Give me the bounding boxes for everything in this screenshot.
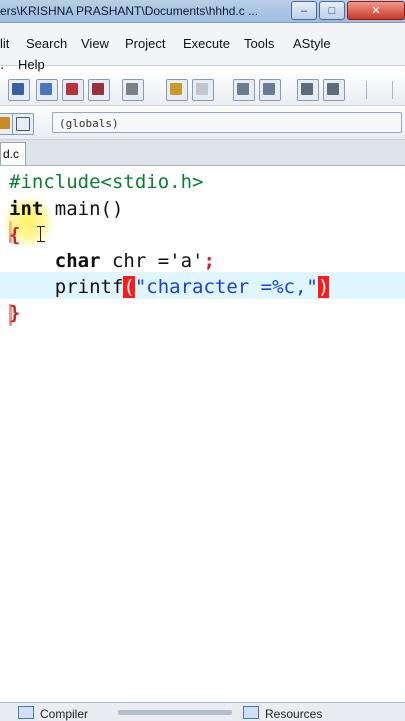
save-all-icon[interactable]	[36, 79, 58, 101]
menu-astyle[interactable]: AStyle	[293, 36, 331, 51]
menu-help[interactable]: Help	[18, 57, 45, 72]
title-bar: ers\KRISHNA PRASHANT\Documents\hhhd.c ..…	[0, 0, 405, 23]
code-token: {	[9, 224, 21, 246]
code-line[interactable]: char chr ='a';	[9, 248, 215, 274]
code-token: "character =%c,"	[134, 276, 318, 298]
code-token: chr ='a'	[100, 250, 204, 272]
code-token: printf	[9, 276, 124, 298]
menu-bar: lit Search View Project Execute Tools AS…	[0, 23, 405, 72]
menu-tools[interactable]: Tools	[244, 36, 274, 51]
minimize-button[interactable]: –	[291, 1, 317, 20]
text-cursor-icon	[37, 226, 45, 242]
code-token: }	[9, 302, 21, 324]
compiler-icon	[18, 706, 34, 719]
menu-project[interactable]: Project	[125, 36, 165, 51]
print-icon[interactable]	[122, 79, 144, 101]
code-token: ;	[203, 250, 215, 272]
resources-tab-label: Resources	[265, 707, 323, 721]
resources-icon	[243, 706, 259, 719]
bottom-panel-tabs: Compiler Resources	[0, 702, 405, 721]
replace-icon[interactable]	[259, 79, 281, 101]
main-toolbar	[0, 73, 405, 106]
code-line[interactable]: }	[9, 300, 20, 326]
compiler-tab[interactable]: Compiler	[18, 706, 88, 721]
class-members-icon[interactable]	[12, 113, 34, 135]
matched-bracket: )	[317, 276, 330, 298]
scope-dropdown[interactable]: (globals)	[52, 112, 402, 133]
indent-icon[interactable]	[297, 79, 319, 101]
code-editor[interactable]: #include<stdio.h> int main(){ char chr ='…	[0, 166, 405, 702]
file-tab[interactable]: d.c	[0, 142, 26, 165]
class-toolbar: (globals)	[0, 107, 405, 140]
compiler-tab-label: Compiler	[40, 707, 89, 721]
close-button[interactable]: ✕	[347, 1, 405, 20]
code-token: main()	[43, 198, 124, 220]
find-icon[interactable]	[233, 79, 255, 101]
window-title: ers\KRISHNA PRASHANT\Documents\hhhd.c ..…	[0, 4, 259, 18]
close-all-icon[interactable]	[88, 79, 110, 101]
close-file-icon[interactable]	[62, 79, 84, 101]
code-token: int	[9, 198, 44, 220]
toolbar-separator	[366, 81, 367, 99]
menu-window-partial[interactable]: ․	[0, 57, 4, 73]
resources-tab[interactable]: Resources	[243, 706, 322, 721]
menu-search[interactable]: Search	[26, 36, 67, 51]
code-token: #include<stdio.h>	[9, 171, 204, 193]
toolbar-separator	[392, 81, 393, 99]
maximize-button[interactable]: □	[319, 1, 345, 20]
code-line[interactable]: #include<stdio.h>	[9, 169, 203, 195]
code-line[interactable]: int main()	[9, 196, 123, 222]
menu-view[interactable]: View	[81, 36, 109, 51]
code-token: char	[54, 250, 101, 272]
editor-tab-strip: d.c	[0, 140, 405, 166]
code-line[interactable]: printf("character =%c,")	[9, 274, 330, 300]
menu-edit[interactable]: lit	[0, 36, 9, 51]
matched-bracket: (	[123, 276, 135, 298]
unindent-icon[interactable]	[323, 79, 345, 101]
save-icon[interactable]	[8, 79, 30, 101]
undo-icon[interactable]	[166, 79, 188, 101]
redo-icon[interactable]	[192, 79, 214, 101]
code-line[interactable]: {	[9, 222, 20, 248]
bottom-tab-separator	[118, 710, 232, 715]
menu-execute[interactable]: Execute	[183, 36, 230, 51]
